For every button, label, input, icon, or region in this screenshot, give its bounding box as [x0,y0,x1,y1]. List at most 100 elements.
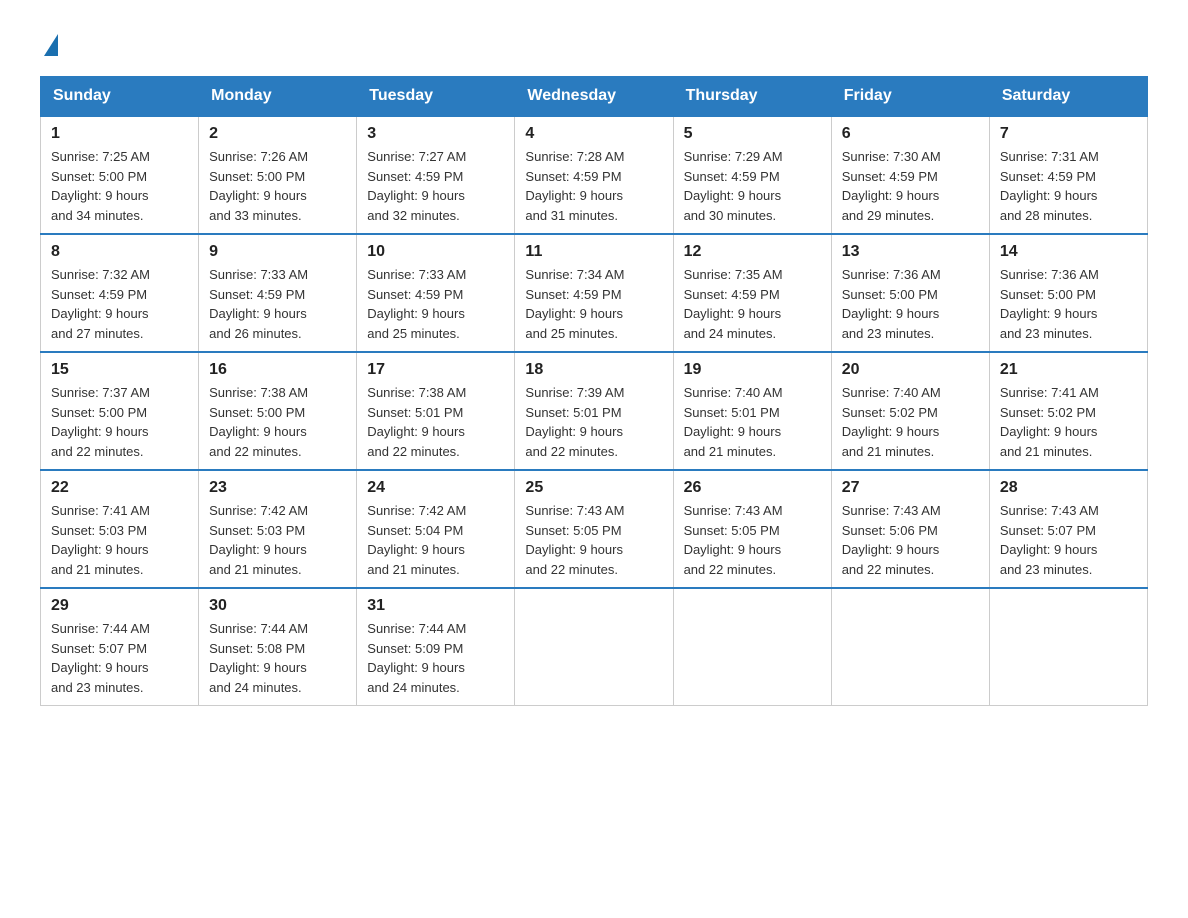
logo-triangle-icon [44,34,58,56]
day-info: Sunrise: 7:34 AM Sunset: 4:59 PM Dayligh… [525,265,662,343]
day-info: Sunrise: 7:40 AM Sunset: 5:02 PM Dayligh… [842,383,979,461]
header-thursday: Thursday [673,77,831,117]
empty-cell [989,588,1147,706]
day-cell-3: 3 Sunrise: 7:27 AM Sunset: 4:59 PM Dayli… [357,116,515,234]
day-info: Sunrise: 7:25 AM Sunset: 5:00 PM Dayligh… [51,147,188,225]
day-info: Sunrise: 7:33 AM Sunset: 4:59 PM Dayligh… [367,265,504,343]
day-info: Sunrise: 7:26 AM Sunset: 5:00 PM Dayligh… [209,147,346,225]
week-row-5: 29 Sunrise: 7:44 AM Sunset: 5:07 PM Dayl… [41,588,1148,706]
day-cell-13: 13 Sunrise: 7:36 AM Sunset: 5:00 PM Dayl… [831,234,989,352]
day-cell-10: 10 Sunrise: 7:33 AM Sunset: 4:59 PM Dayl… [357,234,515,352]
week-row-3: 15 Sunrise: 7:37 AM Sunset: 5:00 PM Dayl… [41,352,1148,470]
day-number: 16 [209,361,346,379]
day-info: Sunrise: 7:28 AM Sunset: 4:59 PM Dayligh… [525,147,662,225]
calendar-table: SundayMondayTuesdayWednesdayThursdayFrid… [40,76,1148,706]
day-cell-17: 17 Sunrise: 7:38 AM Sunset: 5:01 PM Dayl… [357,352,515,470]
header-monday: Monday [199,77,357,117]
day-cell-2: 2 Sunrise: 7:26 AM Sunset: 5:00 PM Dayli… [199,116,357,234]
day-number: 7 [1000,125,1137,143]
day-number: 14 [1000,243,1137,261]
day-info: Sunrise: 7:44 AM Sunset: 5:08 PM Dayligh… [209,619,346,697]
day-cell-26: 26 Sunrise: 7:43 AM Sunset: 5:05 PM Dayl… [673,470,831,588]
header-sunday: Sunday [41,77,199,117]
day-number: 8 [51,243,188,261]
day-info: Sunrise: 7:29 AM Sunset: 4:59 PM Dayligh… [684,147,821,225]
day-number: 28 [1000,479,1137,497]
day-number: 13 [842,243,979,261]
day-info: Sunrise: 7:44 AM Sunset: 5:07 PM Dayligh… [51,619,188,697]
day-info: Sunrise: 7:30 AM Sunset: 4:59 PM Dayligh… [842,147,979,225]
day-info: Sunrise: 7:43 AM Sunset: 5:05 PM Dayligh… [684,501,821,579]
day-info: Sunrise: 7:43 AM Sunset: 5:07 PM Dayligh… [1000,501,1137,579]
page-header [40,30,1148,56]
day-info: Sunrise: 7:41 AM Sunset: 5:03 PM Dayligh… [51,501,188,579]
day-info: Sunrise: 7:42 AM Sunset: 5:04 PM Dayligh… [367,501,504,579]
day-number: 1 [51,125,188,143]
day-cell-8: 8 Sunrise: 7:32 AM Sunset: 4:59 PM Dayli… [41,234,199,352]
day-info: Sunrise: 7:37 AM Sunset: 5:00 PM Dayligh… [51,383,188,461]
day-info: Sunrise: 7:42 AM Sunset: 5:03 PM Dayligh… [209,501,346,579]
day-info: Sunrise: 7:40 AM Sunset: 5:01 PM Dayligh… [684,383,821,461]
day-number: 24 [367,479,504,497]
header-row: SundayMondayTuesdayWednesdayThursdayFrid… [41,77,1148,117]
day-number: 31 [367,597,504,615]
day-number: 12 [684,243,821,261]
empty-cell [673,588,831,706]
day-info: Sunrise: 7:44 AM Sunset: 5:09 PM Dayligh… [367,619,504,697]
logo [40,30,58,56]
day-info: Sunrise: 7:35 AM Sunset: 4:59 PM Dayligh… [684,265,821,343]
day-number: 11 [525,243,662,261]
day-cell-18: 18 Sunrise: 7:39 AM Sunset: 5:01 PM Dayl… [515,352,673,470]
day-info: Sunrise: 7:36 AM Sunset: 5:00 PM Dayligh… [1000,265,1137,343]
day-info: Sunrise: 7:31 AM Sunset: 4:59 PM Dayligh… [1000,147,1137,225]
day-number: 17 [367,361,504,379]
day-cell-12: 12 Sunrise: 7:35 AM Sunset: 4:59 PM Dayl… [673,234,831,352]
empty-cell [515,588,673,706]
day-cell-24: 24 Sunrise: 7:42 AM Sunset: 5:04 PM Dayl… [357,470,515,588]
day-number: 5 [684,125,821,143]
day-cell-31: 31 Sunrise: 7:44 AM Sunset: 5:09 PM Dayl… [357,588,515,706]
day-info: Sunrise: 7:43 AM Sunset: 5:05 PM Dayligh… [525,501,662,579]
day-cell-1: 1 Sunrise: 7:25 AM Sunset: 5:00 PM Dayli… [41,116,199,234]
day-cell-28: 28 Sunrise: 7:43 AM Sunset: 5:07 PM Dayl… [989,470,1147,588]
day-number: 19 [684,361,821,379]
day-cell-14: 14 Sunrise: 7:36 AM Sunset: 5:00 PM Dayl… [989,234,1147,352]
day-info: Sunrise: 7:32 AM Sunset: 4:59 PM Dayligh… [51,265,188,343]
day-number: 27 [842,479,979,497]
day-number: 4 [525,125,662,143]
day-info: Sunrise: 7:33 AM Sunset: 4:59 PM Dayligh… [209,265,346,343]
day-info: Sunrise: 7:27 AM Sunset: 4:59 PM Dayligh… [367,147,504,225]
day-number: 21 [1000,361,1137,379]
header-tuesday: Tuesday [357,77,515,117]
day-number: 15 [51,361,188,379]
day-info: Sunrise: 7:43 AM Sunset: 5:06 PM Dayligh… [842,501,979,579]
day-info: Sunrise: 7:39 AM Sunset: 5:01 PM Dayligh… [525,383,662,461]
day-cell-30: 30 Sunrise: 7:44 AM Sunset: 5:08 PM Dayl… [199,588,357,706]
week-row-2: 8 Sunrise: 7:32 AM Sunset: 4:59 PM Dayli… [41,234,1148,352]
day-cell-15: 15 Sunrise: 7:37 AM Sunset: 5:00 PM Dayl… [41,352,199,470]
day-cell-21: 21 Sunrise: 7:41 AM Sunset: 5:02 PM Dayl… [989,352,1147,470]
day-cell-19: 19 Sunrise: 7:40 AM Sunset: 5:01 PM Dayl… [673,352,831,470]
header-wednesday: Wednesday [515,77,673,117]
week-row-1: 1 Sunrise: 7:25 AM Sunset: 5:00 PM Dayli… [41,116,1148,234]
day-cell-27: 27 Sunrise: 7:43 AM Sunset: 5:06 PM Dayl… [831,470,989,588]
day-number: 22 [51,479,188,497]
day-number: 6 [842,125,979,143]
day-cell-22: 22 Sunrise: 7:41 AM Sunset: 5:03 PM Dayl… [41,470,199,588]
day-number: 20 [842,361,979,379]
day-info: Sunrise: 7:38 AM Sunset: 5:01 PM Dayligh… [367,383,504,461]
day-number: 3 [367,125,504,143]
week-row-4: 22 Sunrise: 7:41 AM Sunset: 5:03 PM Dayl… [41,470,1148,588]
day-cell-7: 7 Sunrise: 7:31 AM Sunset: 4:59 PM Dayli… [989,116,1147,234]
day-cell-6: 6 Sunrise: 7:30 AM Sunset: 4:59 PM Dayli… [831,116,989,234]
day-number: 23 [209,479,346,497]
day-number: 29 [51,597,188,615]
day-number: 9 [209,243,346,261]
day-cell-20: 20 Sunrise: 7:40 AM Sunset: 5:02 PM Dayl… [831,352,989,470]
day-cell-5: 5 Sunrise: 7:29 AM Sunset: 4:59 PM Dayli… [673,116,831,234]
empty-cell [831,588,989,706]
day-number: 2 [209,125,346,143]
header-saturday: Saturday [989,77,1147,117]
day-number: 30 [209,597,346,615]
header-friday: Friday [831,77,989,117]
